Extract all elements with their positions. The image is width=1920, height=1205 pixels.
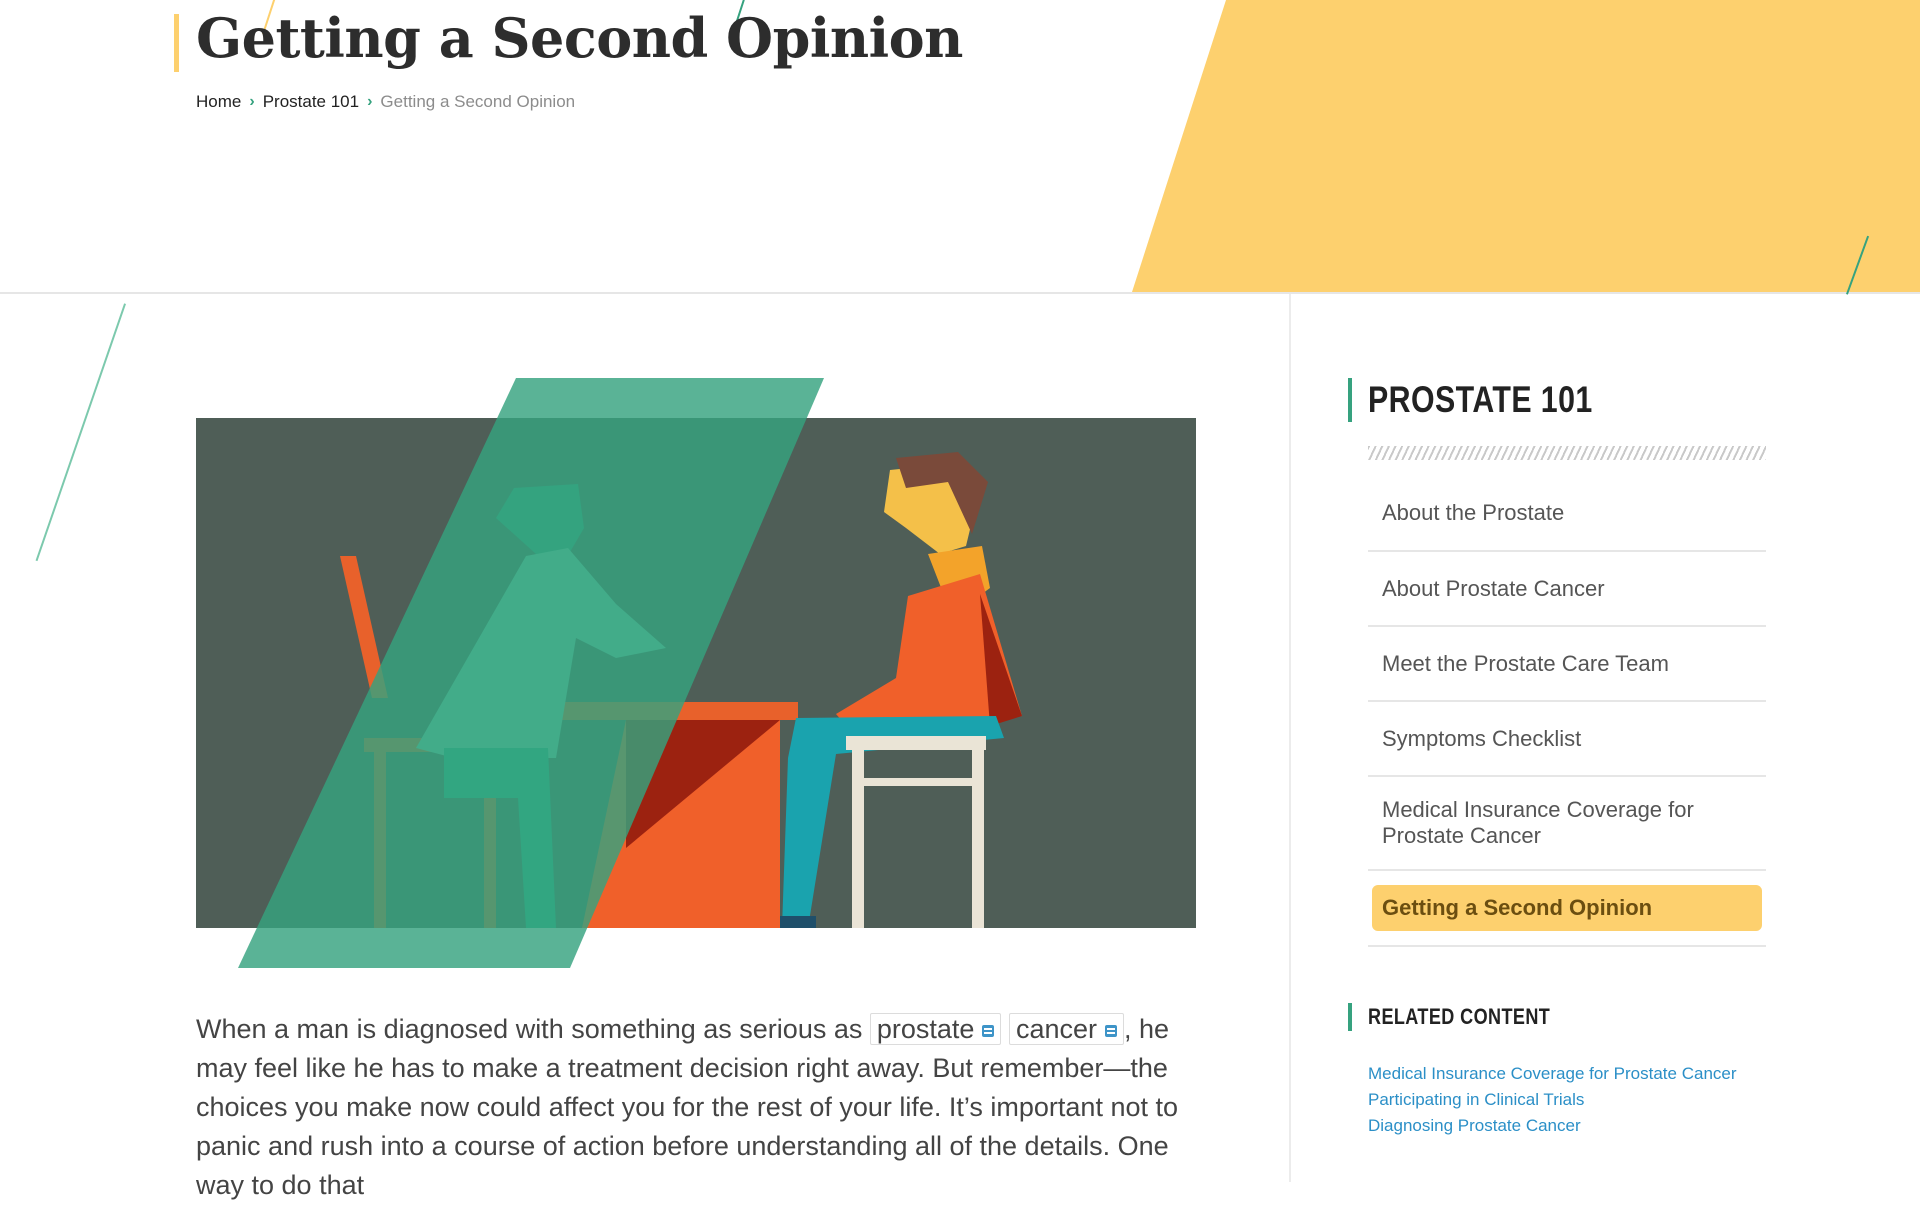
- main-content: When a man is diagnosed with something a…: [0, 294, 1290, 1200]
- article-paragraph: When a man is diagnosed with something a…: [196, 1010, 1196, 1205]
- sidebar-item-insurance-coverage[interactable]: Medical Insurance Coverage for Prostate …: [1368, 777, 1766, 871]
- page-header: Getting a Second Opinion Home › Prostate…: [0, 0, 1920, 294]
- article-text-before: When a man is diagnosed with something a…: [196, 1014, 870, 1044]
- sidebar-heading-accent: [1348, 378, 1352, 422]
- sidebar-item-about-prostate-cancer[interactable]: About Prostate Cancer: [1368, 552, 1766, 627]
- glossary-calendar-icon: [982, 1025, 995, 1037]
- related-title: RELATED CONTENT: [1368, 1004, 1551, 1029]
- list-item: Participating in Clinical Trials: [1368, 1087, 1768, 1113]
- glossary-tag-prostate[interactable]: prostate: [869, 1013, 1002, 1045]
- second-opinion-illustration: [196, 378, 1196, 968]
- hatch-divider: [1368, 446, 1766, 460]
- stool-leg: [972, 750, 984, 928]
- title-accent-bar: [174, 14, 179, 72]
- stool-rung: [852, 778, 984, 786]
- list-item: Medical Insurance Coverage for Prostate …: [1368, 1061, 1768, 1087]
- related-heading-accent: [1348, 1003, 1352, 1031]
- header-yellow-banner: [1132, 0, 1920, 292]
- page-title: Getting a Second Opinion: [196, 6, 963, 70]
- sidebar-item-symptoms-checklist[interactable]: Symptoms Checklist: [1368, 702, 1766, 777]
- sidebar-nav: About the Prostate About Prostate Cancer…: [1368, 476, 1766, 947]
- sidebar-item-second-opinion[interactable]: Getting a Second Opinion: [1368, 871, 1766, 947]
- decorative-line: [35, 303, 126, 562]
- breadcrumb-current: Getting a Second Opinion: [380, 92, 576, 111]
- sidebar-active-label: Getting a Second Opinion: [1372, 885, 1762, 931]
- list-item: Diagnosing Prostate Cancer: [1368, 1113, 1768, 1139]
- related-link[interactable]: Participating in Clinical Trials: [1368, 1090, 1584, 1109]
- stool-leg: [852, 750, 864, 928]
- right-man-shoe: [780, 916, 816, 928]
- sidebar-title: PROSTATE 101: [1368, 379, 1593, 420]
- breadcrumb-home[interactable]: Home: [196, 92, 241, 112]
- related-content-heading: RELATED CONTENT: [1348, 1003, 1768, 1031]
- sidebar: PROSTATE 101 About the Prostate About Pr…: [1348, 378, 1768, 1139]
- glossary-tag-cancer[interactable]: cancer: [1008, 1013, 1124, 1045]
- chevron-right-icon: ›: [249, 93, 255, 110]
- related-link[interactable]: Medical Insurance Coverage for Prostate …: [1368, 1064, 1737, 1083]
- breadcrumb: Home › Prostate 101 › Getting a Second O…: [196, 92, 575, 112]
- related-link[interactable]: Diagnosing Prostate Cancer: [1368, 1116, 1581, 1135]
- sidebar-heading: PROSTATE 101: [1348, 378, 1768, 422]
- breadcrumb-prostate-101[interactable]: Prostate 101: [263, 92, 359, 112]
- glossary-tag-label: prostate: [876, 1014, 975, 1044]
- stool-seat: [846, 736, 986, 750]
- sidebar-item-about-prostate[interactable]: About the Prostate: [1368, 476, 1766, 552]
- related-links: Medical Insurance Coverage for Prostate …: [1368, 1061, 1768, 1139]
- chevron-right-icon: ›: [367, 93, 373, 110]
- sidebar-item-care-team[interactable]: Meet the Prostate Care Team: [1368, 627, 1766, 702]
- glossary-tag-label: cancer: [1015, 1014, 1097, 1044]
- glossary-calendar-icon: [1104, 1025, 1117, 1037]
- sidebar-divider: [1289, 294, 1291, 1182]
